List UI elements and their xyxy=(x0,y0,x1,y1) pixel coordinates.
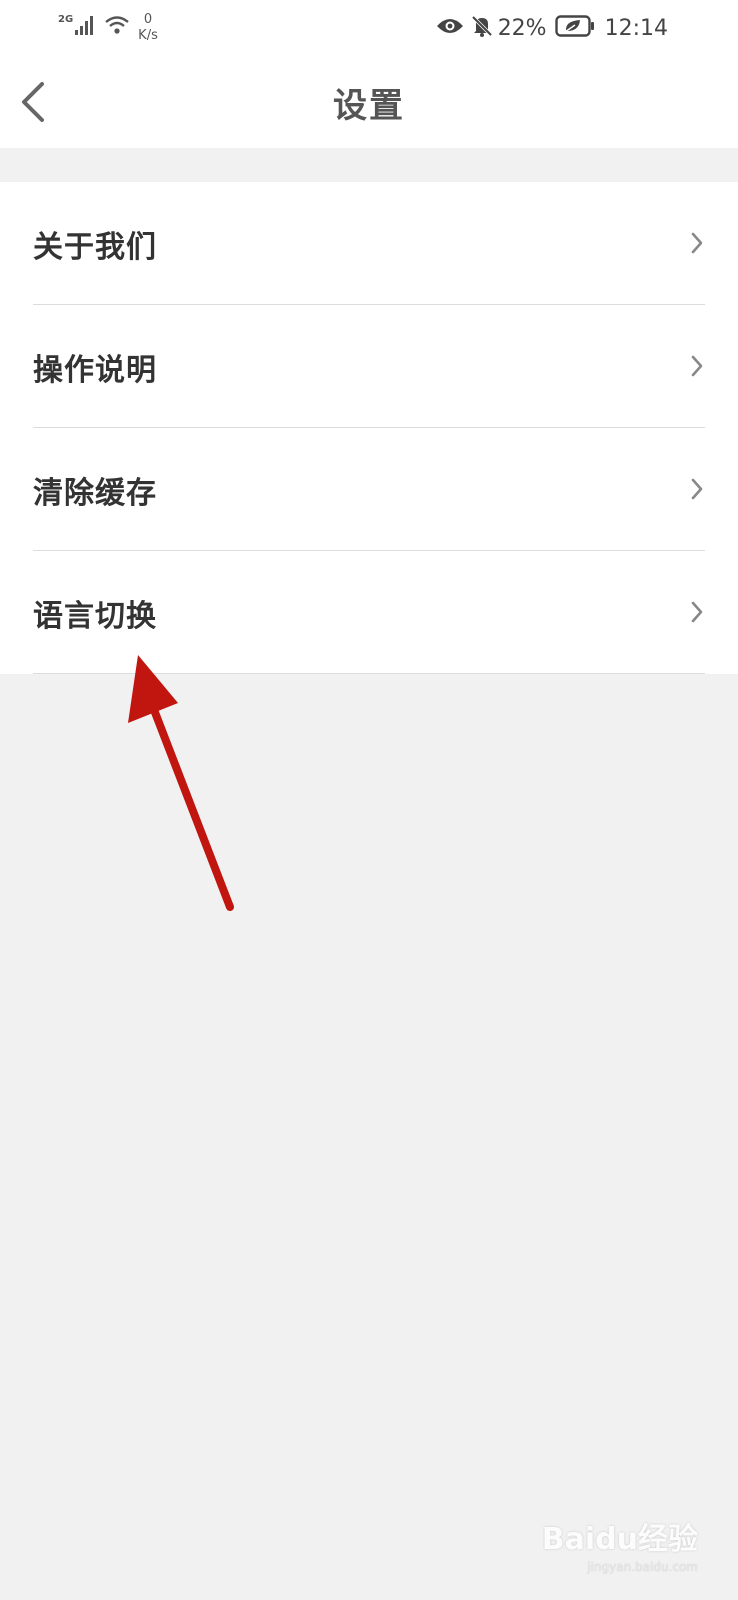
nav-bar: 设置 xyxy=(0,56,738,148)
annotation-arrow-icon xyxy=(128,655,234,911)
settings-item-label: 语言切换 xyxy=(33,599,157,634)
watermark: Baidu经验 jingyan.baidu.com xyxy=(542,1514,698,1574)
settings-item-language-switch[interactable]: 语言切换 xyxy=(0,551,738,674)
status-bar: 2G 0 K/s 22% 12:14 xyxy=(0,0,738,56)
clock: 12:14 xyxy=(604,15,668,41)
watermark-url: jingyan.baidu.com xyxy=(587,1560,698,1574)
speed-value: 0 xyxy=(143,12,153,27)
chevron-right-icon xyxy=(691,355,703,377)
settings-item-about-us[interactable]: 关于我们 xyxy=(0,182,738,305)
eye-icon xyxy=(436,16,464,40)
status-right: 22% 12:14 xyxy=(436,14,668,42)
signal-icon xyxy=(74,14,96,40)
network-type: 2G xyxy=(58,14,74,25)
settings-item-label: 操作说明 xyxy=(33,353,157,388)
watermark-logo: Baidu经验 xyxy=(541,1522,698,1557)
settings-item-instructions[interactable]: 操作说明 xyxy=(0,305,738,428)
speed-unit: K/s xyxy=(138,28,158,43)
status-left: 2G 0 K/s xyxy=(58,12,158,44)
battery-percent: 22% xyxy=(497,15,547,41)
bell-off-icon xyxy=(470,14,494,42)
settings-item-clear-cache[interactable]: 清除缓存 xyxy=(0,428,738,551)
chevron-right-icon xyxy=(691,232,703,254)
settings-item-label: 关于我们 xyxy=(33,230,157,265)
wifi-icon xyxy=(104,15,130,39)
chevron-right-icon xyxy=(691,478,703,500)
settings-list: 关于我们 操作说明 清除缓存 语言切换 xyxy=(0,182,738,674)
battery-saver-icon xyxy=(554,15,595,41)
chevron-right-icon xyxy=(691,601,703,623)
settings-item-label: 清除缓存 xyxy=(33,476,157,511)
network-speed: 0 K/s xyxy=(138,12,158,44)
page-title: 设置 xyxy=(333,86,405,126)
